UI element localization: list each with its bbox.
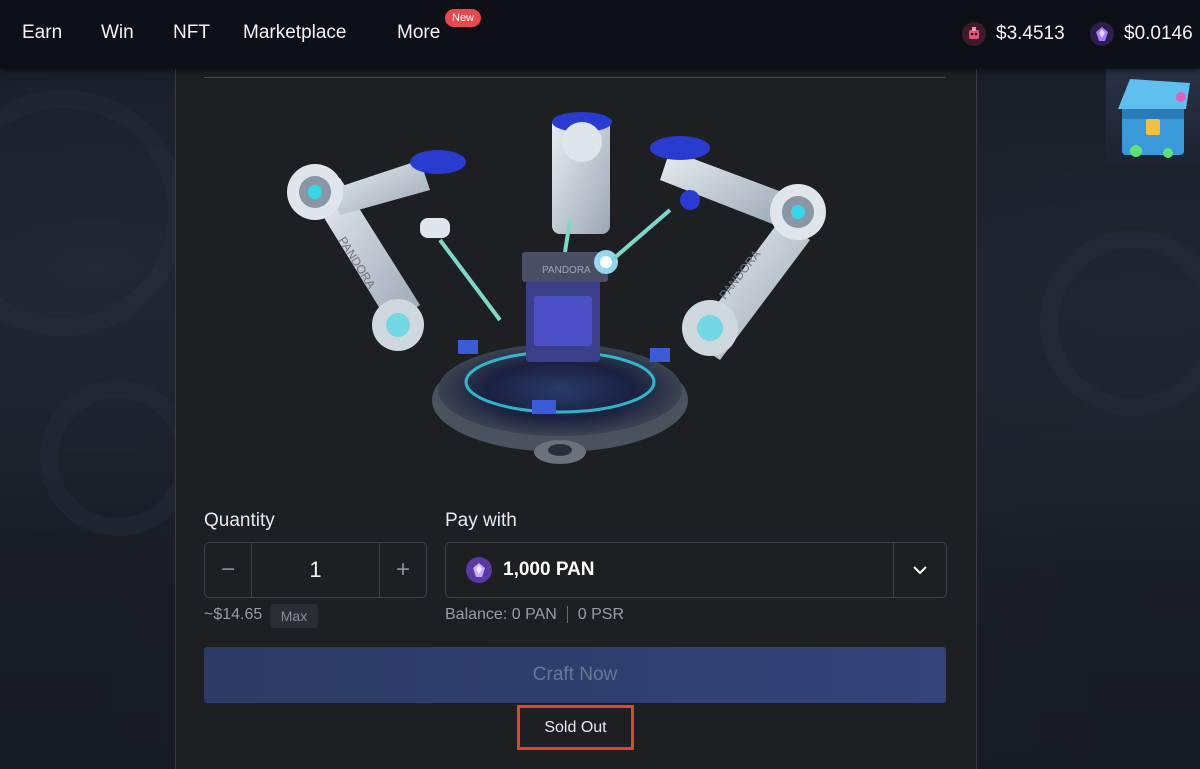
chevron-down-icon: [913, 565, 927, 574]
max-button[interactable]: Max: [270, 604, 318, 628]
nav-earn[interactable]: Earn: [22, 22, 62, 44]
pan-balance-value: $3.4513: [996, 23, 1065, 44]
quantity-input[interactable]: 1: [251, 543, 380, 597]
psr-balance[interactable]: $0.0146: [1090, 22, 1193, 46]
payment-dropdown-button[interactable]: [893, 543, 946, 597]
quantity-label: Quantity: [204, 510, 275, 531]
new-badge: New: [445, 9, 482, 27]
payment-value: 1,000 PAN: [503, 559, 595, 580]
payment-select[interactable]: 1,000 PAN: [445, 542, 947, 598]
balance-pan: 0 PAN: [511, 606, 557, 623]
craft-now-button[interactable]: Craft Now: [204, 647, 946, 703]
panel-divider: [204, 77, 946, 78]
balance-prefix: Balance:: [445, 606, 508, 623]
balance-separator: [566, 606, 568, 624]
pan-token-icon: [962, 22, 986, 46]
top-navigation: Earn Win NFT Marketplace More New $3.451…: [0, 0, 1200, 69]
crafting-machine-image: PANDORA PANDORA PANDORA: [270, 100, 850, 490]
quantity-decrement-button[interactable]: −: [205, 543, 251, 597]
quantity-increment-button[interactable]: +: [380, 543, 426, 597]
balance-psr: 0 PSR: [577, 606, 625, 623]
usd-estimate: ~$14.65: [204, 606, 263, 623]
right-backdrop: [975, 69, 1200, 765]
wallet-balance: Balance: 0 PAN 0 PSR: [445, 606, 624, 624]
psr-token-icon: [1090, 22, 1114, 46]
nav-more[interactable]: More: [397, 22, 440, 44]
nav-win[interactable]: Win: [101, 22, 134, 44]
treasure-chest-thumbnail[interactable]: [1106, 69, 1200, 165]
pan-gem-icon: [466, 557, 492, 583]
nav-nft[interactable]: NFT: [173, 22, 210, 44]
sold-out-status: Sold Out: [517, 705, 634, 750]
nav-marketplace[interactable]: Marketplace: [243, 22, 347, 44]
pan-balance[interactable]: $3.4513: [962, 22, 1065, 46]
psr-balance-value: $0.0146: [1124, 23, 1193, 44]
svg-text:PANDORA: PANDORA: [542, 265, 591, 276]
quantity-stepper: − 1 +: [204, 542, 427, 598]
pay-with-label: Pay with: [445, 510, 517, 531]
